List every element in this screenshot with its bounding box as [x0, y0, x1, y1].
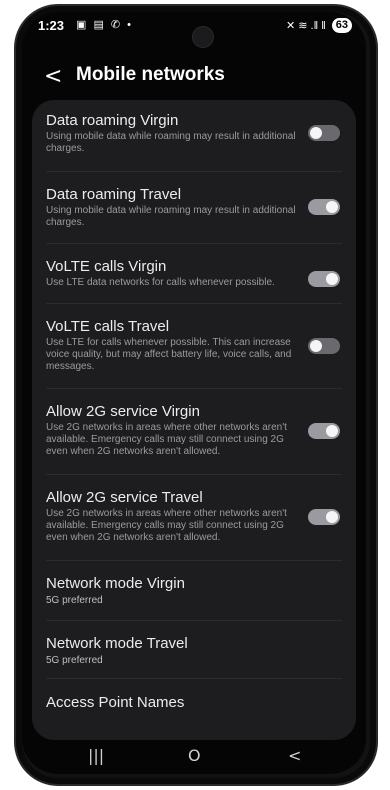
toggle-knob [326, 425, 338, 437]
home-button[interactable]: O [188, 746, 201, 765]
setting-title: VoLTE calls Travel [46, 318, 170, 335]
setting-title: Allow 2G service Virgin [46, 403, 200, 420]
phone-screen: 1:23 ▣ ▤ ✆ • ✕ ≋ .‖ ‖ 63 < Mobile networ… [22, 12, 366, 774]
setting-title: Network mode Travel [46, 635, 188, 652]
nav-back-button[interactable]: < [288, 746, 301, 765]
setting-title: Network mode Virgin [46, 575, 185, 592]
setting-subtitle: 5G preferred [46, 655, 103, 666]
notification-icons: ▣ ▤ ✆ • [76, 19, 134, 31]
toggle-knob [310, 127, 322, 139]
setting-network-mode-travel[interactable]: Network mode Travel 5G preferred [32, 621, 356, 679]
setting-data-roaming-travel[interactable]: Data roaming Travel Using mobile data wh… [32, 172, 356, 244]
toggle-knob [326, 511, 338, 523]
signal-icons: ✕ ≋ .‖ ‖ [286, 20, 326, 32]
front-camera-icon [192, 26, 214, 48]
status-right-group: ✕ ≋ .‖ ‖ 63 [286, 18, 352, 33]
setting-description: Use LTE for calls whenever possible. Thi… [46, 337, 292, 372]
status-bar: 1:23 ▣ ▤ ✆ • ✕ ≋ .‖ ‖ 63 [22, 12, 366, 48]
toggle-knob [326, 201, 338, 213]
status-time: 1:23 [38, 18, 65, 33]
volte-virgin-toggle[interactable] [308, 271, 340, 287]
setting-data-roaming-virgin[interactable]: Data roaming Virgin Using mobile data wh… [32, 100, 356, 172]
allow-2g-virgin-toggle[interactable] [308, 423, 340, 439]
setting-description: Use 2G networks in areas where other net… [46, 508, 287, 543]
setting-volte-travel[interactable]: VoLTE calls Travel Use LTE for calls whe… [32, 304, 356, 389]
toggle-knob [326, 273, 338, 285]
setting-network-mode-virgin[interactable]: Network mode Virgin 5G preferred [32, 561, 356, 621]
setting-subtitle: 5G preferred [46, 595, 103, 606]
recents-button[interactable]: ||| [88, 746, 104, 765]
page-title: Mobile networks [76, 64, 225, 85]
setting-title: Data roaming Travel [46, 186, 182, 203]
setting-description: Using mobile data while roaming may resu… [46, 205, 296, 228]
allow-2g-travel-toggle[interactable] [308, 509, 340, 525]
setting-title: VoLTE calls Virgin [46, 258, 167, 275]
navigation-bar: ||| O < [22, 740, 366, 774]
back-button[interactable]: < [44, 64, 62, 89]
setting-access-point-names[interactable]: Access Point Names [32, 679, 356, 729]
setting-allow-2g-travel[interactable]: Allow 2G service Travel Use 2G networks … [32, 475, 356, 561]
setting-description: Use LTE data networks for calls whenever… [46, 277, 275, 288]
toggle-knob [310, 340, 322, 352]
setting-title: Access Point Names [46, 694, 185, 711]
setting-title: Allow 2G service Travel [46, 489, 203, 506]
data-roaming-virgin-toggle[interactable] [308, 125, 340, 141]
setting-volte-virgin[interactable]: VoLTE calls Virgin Use LTE data networks… [32, 244, 356, 304]
data-roaming-travel-toggle[interactable] [308, 199, 340, 215]
setting-allow-2g-virgin[interactable]: Allow 2G service Virgin Use 2G networks … [32, 389, 356, 475]
setting-title: Data roaming Virgin [46, 112, 179, 129]
setting-description: Use 2G networks in areas where other net… [46, 422, 287, 457]
app-header: < Mobile networks [22, 58, 366, 98]
setting-description: Using mobile data while roaming may resu… [46, 131, 296, 154]
settings-list: Data roaming Virgin Using mobile data wh… [32, 100, 356, 740]
volte-travel-toggle[interactable] [308, 338, 340, 354]
battery-icon: 63 [331, 18, 352, 33]
